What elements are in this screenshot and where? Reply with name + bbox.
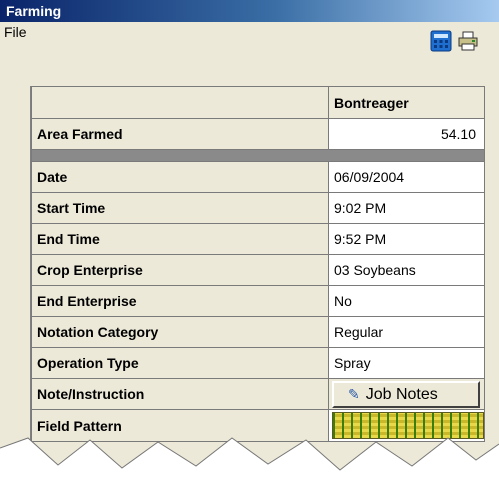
column-header: Bontreager bbox=[328, 86, 485, 119]
job-notes-cell: ✎ Job Notes bbox=[328, 378, 485, 410]
area-farmed-field[interactable]: 54.10 bbox=[328, 118, 485, 150]
grid-corner bbox=[31, 86, 329, 119]
table-row: End Enterprise No bbox=[31, 285, 485, 317]
row-label: Date bbox=[31, 161, 329, 193]
menu-bar: File bbox=[0, 22, 499, 62]
calculator-icon[interactable] bbox=[430, 30, 452, 52]
end-enterprise-field[interactable]: No bbox=[328, 285, 485, 317]
notepad-icon: ✎ bbox=[348, 385, 360, 402]
operation-grid: Bontreager Area Farmed 54.10 Date 06/09/… bbox=[30, 86, 485, 442]
grid-header-row: Bontreager bbox=[31, 86, 485, 119]
table-row: Operation Type Spray bbox=[31, 347, 485, 379]
date-field[interactable]: 06/09/2004 bbox=[328, 161, 485, 193]
farming-window: Farming File Bontreager Area Farmed 54.1… bbox=[0, 0, 499, 488]
operation-type-field[interactable]: Spray bbox=[328, 347, 485, 379]
row-separator bbox=[31, 149, 485, 162]
row-label: End Time bbox=[31, 223, 329, 255]
table-row: Area Farmed 54.10 bbox=[31, 118, 485, 150]
separator-bar bbox=[31, 149, 485, 162]
notation-category-field[interactable]: Regular bbox=[328, 316, 485, 348]
table-row: Start Time 9:02 PM bbox=[31, 192, 485, 224]
menu-file[interactable]: File bbox=[4, 24, 27, 40]
row-label: Start Time bbox=[31, 192, 329, 224]
torn-edge bbox=[0, 437, 499, 488]
row-label: Note/Instruction bbox=[31, 378, 329, 410]
printer-icon[interactable] bbox=[457, 30, 479, 52]
end-time-field[interactable]: 9:52 PM bbox=[328, 223, 485, 255]
job-notes-button[interactable]: ✎ Job Notes bbox=[332, 380, 480, 408]
row-label: Area Farmed bbox=[31, 118, 329, 150]
window-title: Farming bbox=[0, 0, 499, 22]
start-time-field[interactable]: 9:02 PM bbox=[328, 192, 485, 224]
row-label: Notation Category bbox=[31, 316, 329, 348]
crop-enterprise-field[interactable]: 03 Soybeans bbox=[328, 254, 485, 286]
row-label: Operation Type bbox=[31, 347, 329, 379]
table-row: Crop Enterprise 03 Soybeans bbox=[31, 254, 485, 286]
table-row: Notation Category Regular bbox=[31, 316, 485, 348]
row-label: Crop Enterprise bbox=[31, 254, 329, 286]
row-label: End Enterprise bbox=[31, 285, 329, 317]
job-notes-label: Job Notes bbox=[365, 385, 438, 403]
table-row: Date 06/09/2004 bbox=[31, 161, 485, 193]
table-row: Note/Instruction ✎ Job Notes bbox=[31, 378, 485, 410]
table-row: End Time 9:52 PM bbox=[31, 223, 485, 255]
